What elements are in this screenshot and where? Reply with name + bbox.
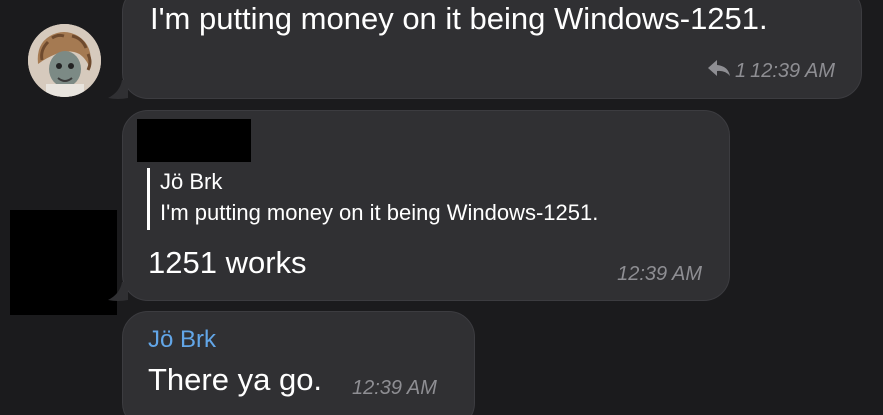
message-bubble[interactable]: I'm putting money on it being Windows-12… [122, 0, 862, 99]
message-meta: 1 12:39 AM [707, 59, 835, 83]
reply-text: I'm putting money on it being Windows-12… [160, 200, 599, 225]
chat-view: I'm putting money on it being Windows-12… [0, 0, 883, 415]
reply-sender-name: Jö Brk [160, 169, 223, 194]
message-time: 12:39 AM [750, 59, 835, 82]
message-text: I'm putting money on it being Windows-12… [150, 1, 768, 36]
reply-arrow-icon[interactable] [707, 59, 731, 83]
redacted-avatar [10, 210, 117, 315]
message-time: 12:39 AM [617, 263, 702, 285]
reply-count[interactable]: 1 [735, 60, 746, 83]
reply-quote[interactable]: Jö Brk I'm putting money on it being Win… [147, 168, 598, 230]
bubble-tail [108, 282, 128, 301]
bubble-tail [108, 80, 128, 99]
message-bubble[interactable]: Jö Brk I'm putting money on it being Win… [122, 110, 730, 301]
message-bubble[interactable]: Jö Brk There ya go. 12:39 AM [122, 311, 475, 415]
redacted-sender-name [137, 119, 251, 162]
avatar-image [28, 24, 101, 97]
message-text: 1251 works [148, 245, 307, 280]
sender-name[interactable]: Jö Brk [148, 326, 216, 354]
message-text: There ya go. [148, 362, 323, 397]
avatar[interactable] [28, 24, 101, 97]
message-time: 12:39 AM [352, 377, 437, 399]
